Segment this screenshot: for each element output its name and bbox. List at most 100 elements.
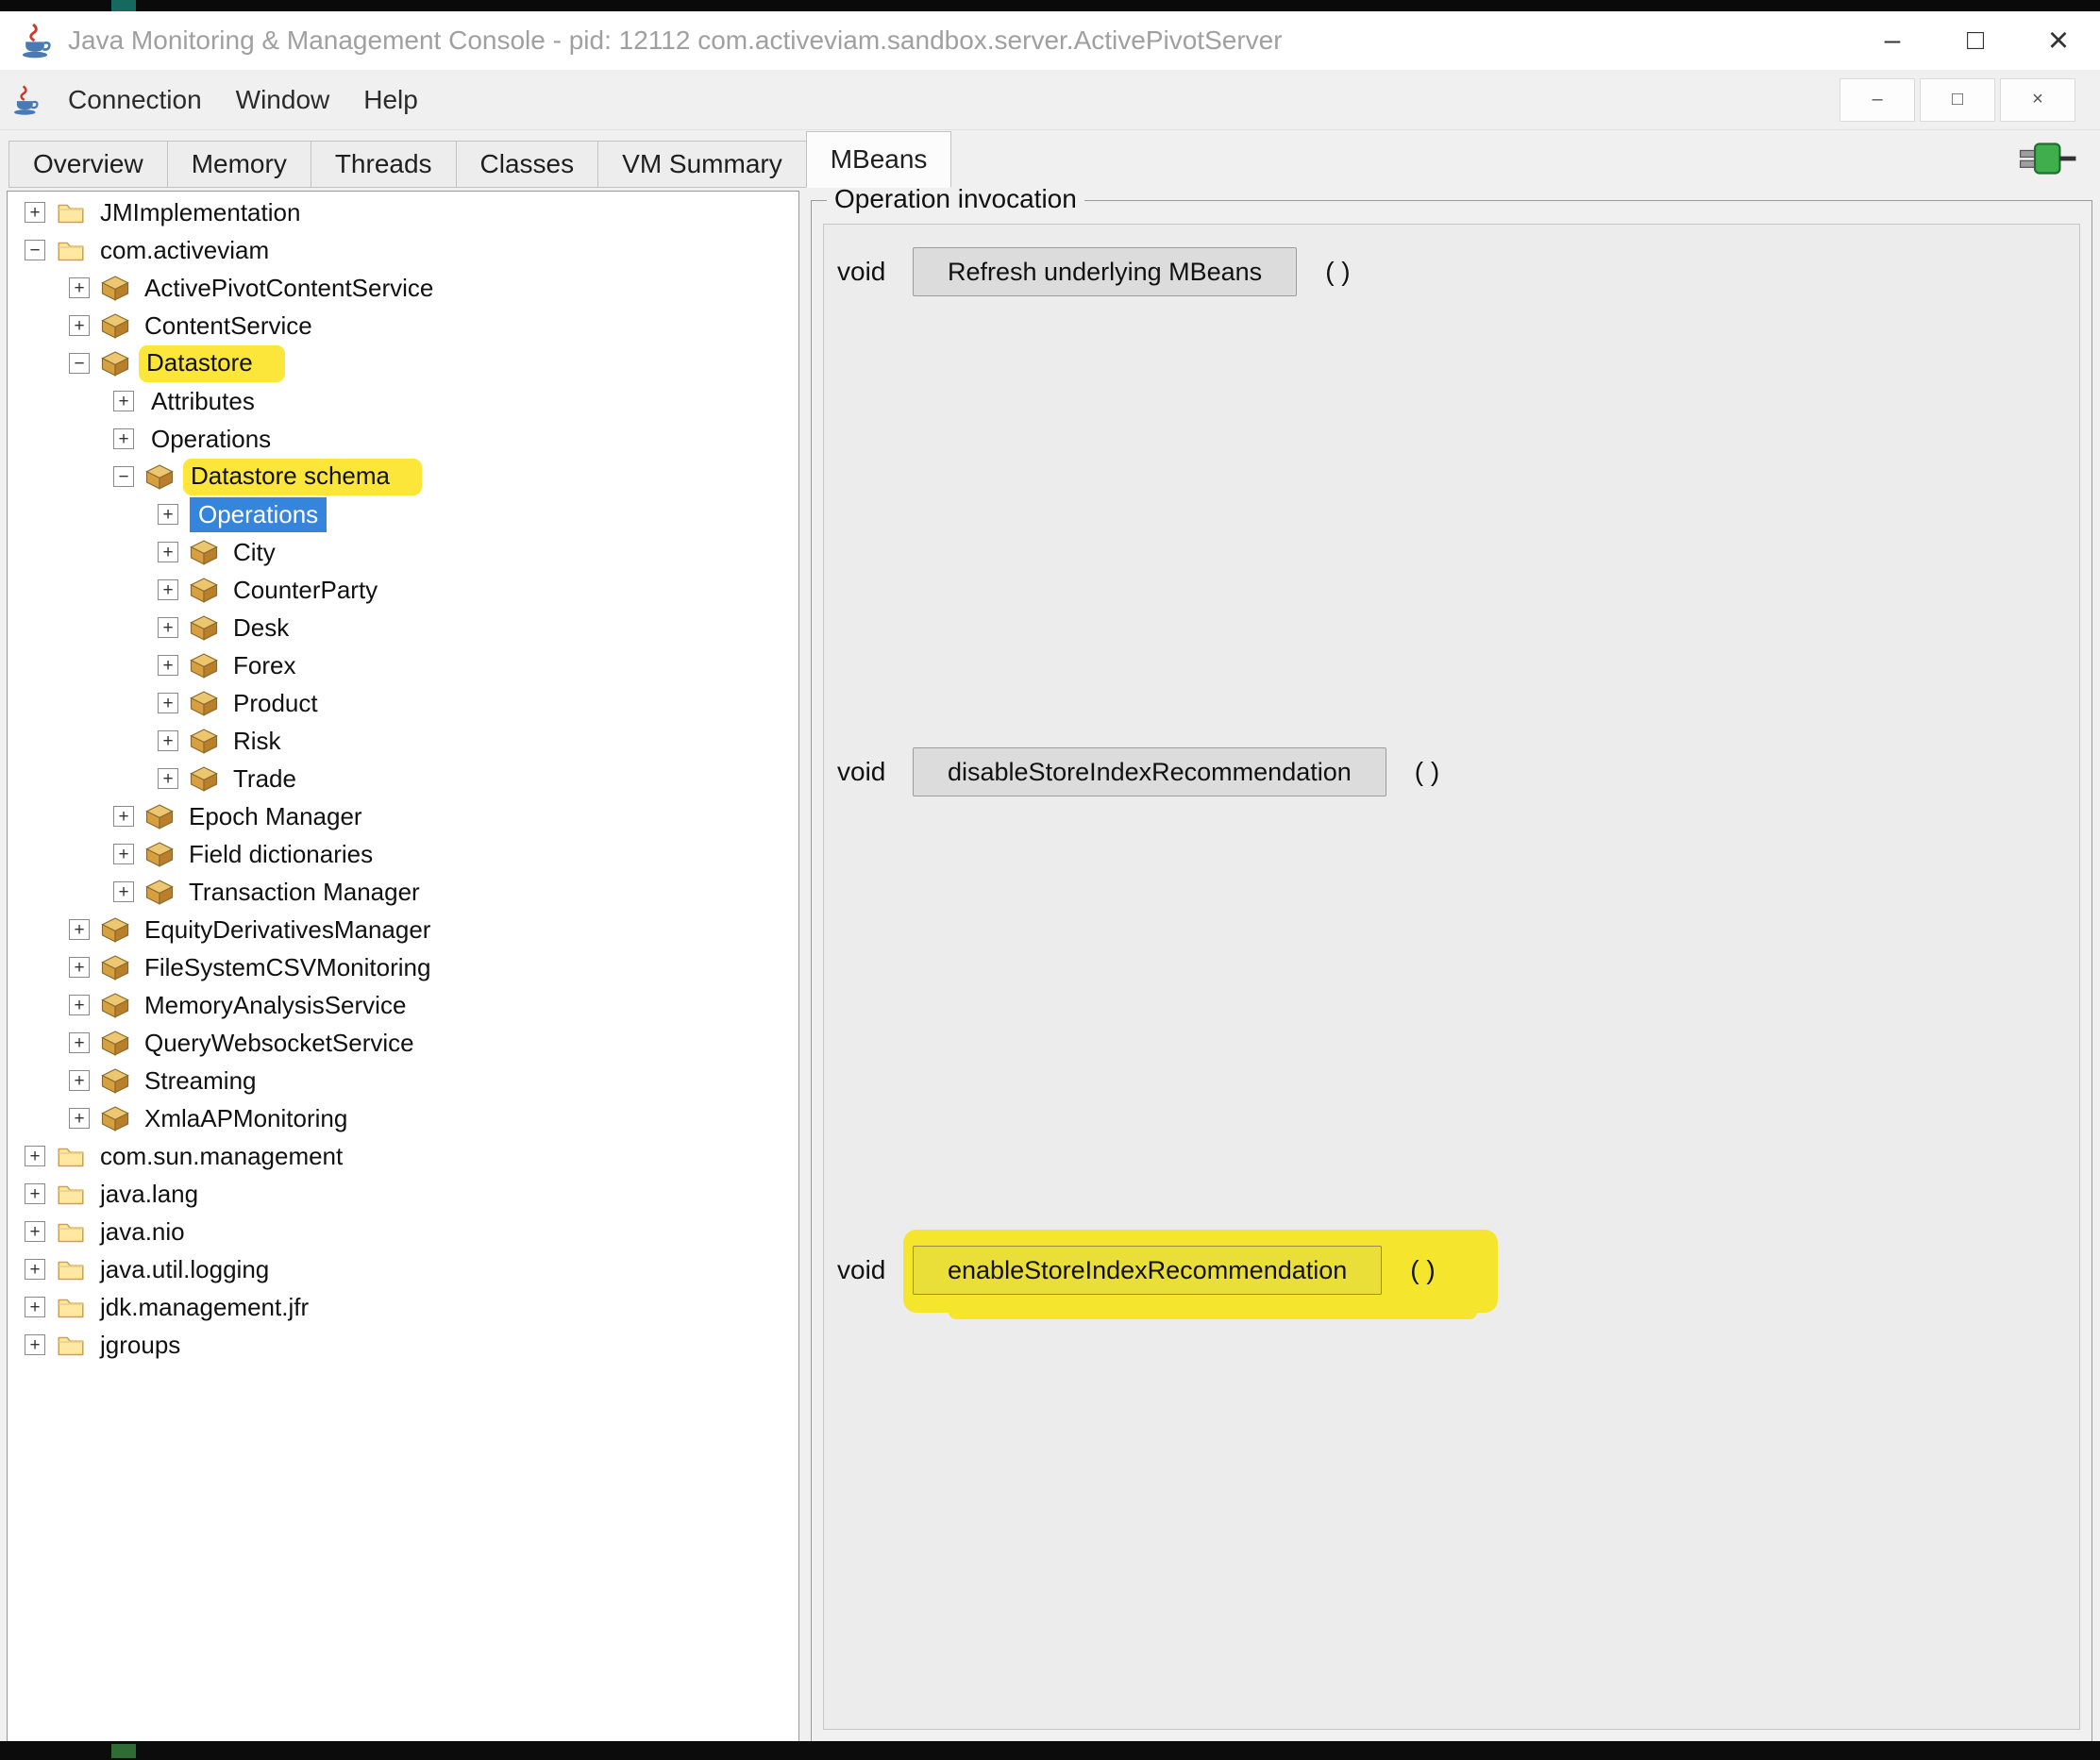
- expand-icon[interactable]: +: [25, 1221, 45, 1242]
- mbean-icon: [101, 312, 129, 339]
- tab-classes[interactable]: Classes: [456, 141, 599, 188]
- maximize-button[interactable]: □: [1934, 11, 2017, 70]
- expand-icon[interactable]: +: [69, 919, 90, 940]
- folder-icon: [57, 200, 85, 225]
- collapse-icon[interactable]: −: [113, 466, 134, 487]
- expand-icon[interactable]: +: [158, 504, 178, 525]
- tree-row[interactable]: +FileSystemCSVMonitoring: [8, 948, 798, 986]
- expand-icon[interactable]: +: [69, 1032, 90, 1053]
- tree-row[interactable]: +Field dictionaries: [8, 835, 798, 873]
- menubar-restore-button[interactable]: □: [1920, 78, 1995, 122]
- java-logo-icon-small: [9, 83, 43, 117]
- expand-icon[interactable]: +: [25, 1146, 45, 1166]
- expand-icon[interactable]: +: [113, 428, 134, 449]
- expand-icon[interactable]: +: [158, 730, 178, 751]
- tree-row[interactable]: +Epoch Manager: [8, 797, 798, 835]
- mbean-icon: [101, 954, 129, 981]
- tree-row[interactable]: +Transaction Manager: [8, 873, 798, 911]
- close-button[interactable]: ×: [2017, 11, 2100, 70]
- tree-row[interactable]: +JMImplementation: [8, 193, 798, 231]
- menu-items: Connection Window Help: [43, 85, 418, 115]
- tree-row[interactable]: +Forex: [8, 646, 798, 684]
- tree-row[interactable]: +Desk: [8, 609, 798, 646]
- folder-icon: [57, 1219, 85, 1244]
- expand-icon[interactable]: +: [25, 1259, 45, 1280]
- expand-icon[interactable]: +: [69, 957, 90, 978]
- tree-label: Attributes: [145, 385, 260, 418]
- tree-row[interactable]: +jdk.management.jfr: [8, 1288, 798, 1326]
- tree-row[interactable]: +java.util.logging: [8, 1250, 798, 1288]
- tree-row[interactable]: +Operations: [8, 420, 798, 458]
- mbeans-tree-panel[interactable]: +JMImplementation−com.activeviam + ActiveP…: [7, 191, 799, 1745]
- tree-row[interactable]: +java.nio: [8, 1213, 798, 1250]
- expand-icon[interactable]: +: [113, 806, 134, 827]
- tree-row[interactable]: + Attributes: [8, 382, 798, 420]
- collapse-icon[interactable]: −: [25, 240, 45, 260]
- tree-row[interactable]: − Datastore schema: [8, 458, 798, 495]
- expand-icon[interactable]: +: [158, 693, 178, 713]
- expand-icon[interactable]: +: [69, 1108, 90, 1129]
- expand-icon[interactable]: +: [158, 617, 178, 638]
- tab-threads[interactable]: Threads: [311, 141, 457, 188]
- expand-icon[interactable]: +: [113, 844, 134, 864]
- tree-row[interactable]: +City: [8, 533, 798, 571]
- tab-vm-summary[interactable]: VM Summary: [597, 141, 807, 188]
- expand-icon[interactable]: +: [69, 1070, 90, 1091]
- tab-overview[interactable]: Overview: [8, 141, 168, 188]
- tree-row[interactable]: +com.sun.management: [8, 1137, 798, 1175]
- tree-row[interactable]: −Datastore: [8, 344, 798, 382]
- tree-row[interactable]: +EquityDerivativesManager: [8, 911, 798, 948]
- expand-icon[interactable]: +: [69, 315, 90, 336]
- expand-icon[interactable]: +: [158, 542, 178, 562]
- tab-memory[interactable]: Memory: [167, 141, 311, 188]
- collapse-icon[interactable]: −: [69, 353, 90, 374]
- tree-row[interactable]: + ActivePivotContentService: [8, 269, 798, 307]
- expand-icon[interactable]: +: [25, 1334, 45, 1355]
- expand-icon[interactable]: +: [25, 1183, 45, 1204]
- tree-row[interactable]: + ContentService: [8, 307, 798, 344]
- mbean-icon: [101, 992, 129, 1018]
- expand-icon[interactable]: +: [113, 881, 134, 902]
- tree-row[interactable]: +Product: [8, 684, 798, 722]
- tree-row[interactable]: +java.lang: [8, 1175, 798, 1213]
- expand-icon[interactable]: +: [158, 579, 178, 600]
- tree-row[interactable]: +Streaming: [8, 1062, 798, 1099]
- expand-icon[interactable]: +: [158, 768, 178, 789]
- operation-button[interactable]: enableStoreIndexRecommendation: [913, 1246, 1382, 1295]
- expand-icon[interactable]: +: [69, 995, 90, 1015]
- connection-status-plug-icon[interactable]: [2019, 139, 2077, 183]
- folder-icon: [57, 1144, 85, 1168]
- expand-icon[interactable]: +: [113, 391, 134, 411]
- tree-label: Datastore schema: [183, 459, 422, 495]
- operation-row: voiddisableStoreIndexRecommendation( ): [824, 746, 2079, 798]
- expand-icon[interactable]: +: [25, 1297, 45, 1317]
- tab-mbeans[interactable]: MBeans: [806, 131, 952, 188]
- menu-help[interactable]: Help: [363, 85, 418, 115]
- tree-label: XmlaAPMonitoring: [139, 1102, 353, 1135]
- menu-connection[interactable]: Connection: [68, 85, 202, 115]
- tree-label: ActivePivotContentService: [139, 272, 439, 305]
- menubar-minimize-button[interactable]: –: [1840, 78, 1915, 122]
- minimize-button[interactable]: –: [1851, 11, 1934, 70]
- menubar-close-button[interactable]: ×: [2000, 78, 2075, 122]
- operation-button[interactable]: disableStoreIndexRecommendation: [913, 747, 1386, 796]
- folder-icon: [57, 1295, 85, 1319]
- expand-icon[interactable]: +: [69, 277, 90, 298]
- tree-label: ContentService: [139, 310, 318, 343]
- tree-row[interactable]: +Risk: [8, 722, 798, 760]
- tree-row[interactable]: +CounterParty: [8, 571, 798, 609]
- menu-window[interactable]: Window: [236, 85, 330, 115]
- operation-button[interactable]: Refresh underlying MBeans: [913, 247, 1297, 296]
- tree-row[interactable]: +Trade: [8, 760, 798, 797]
- expand-icon[interactable]: +: [25, 202, 45, 223]
- tree-row[interactable]: −com.activeviam: [8, 231, 798, 269]
- tree-row[interactable]: +jgroups: [8, 1326, 798, 1364]
- tree-row[interactable]: + XmlaAPMonitoring: [8, 1099, 798, 1137]
- tree-row[interactable]: +MemoryAnalysisService: [8, 986, 798, 1024]
- folder-icon: [57, 1257, 85, 1282]
- tree-row[interactable]: +Operations: [8, 495, 798, 533]
- tree-row[interactable]: +QueryWebsocketService: [8, 1024, 798, 1062]
- expand-icon[interactable]: +: [158, 655, 178, 676]
- window-controls: – □ ×: [1851, 11, 2100, 70]
- operation-args: ( ): [1410, 1255, 1435, 1285]
